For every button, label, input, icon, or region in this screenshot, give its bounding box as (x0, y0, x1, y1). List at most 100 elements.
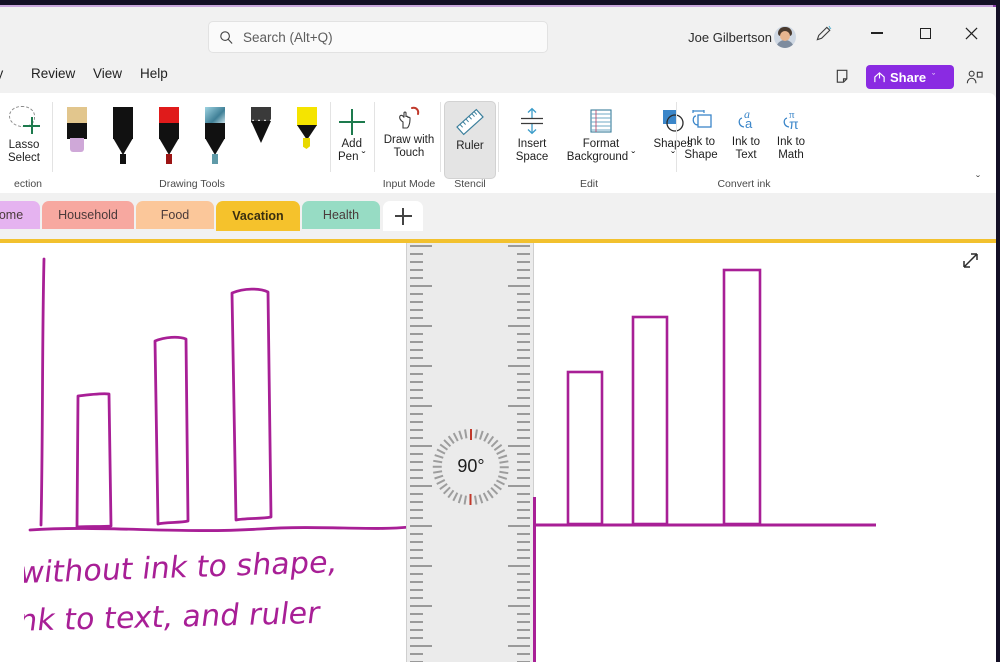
handwritten-caption: without ink to shape, ink to text, and r… (24, 545, 339, 639)
left-caption-line2: ink to text, and ruler (24, 596, 323, 639)
its-line2: Shape (684, 149, 718, 161)
search-input[interactable]: Search (Alt+Q) (208, 21, 548, 53)
title-bar: Search (Alt+Q) Joe Gilbertson (0, 7, 996, 57)
on-canvas-ruler[interactable]: 90° (406, 243, 534, 662)
pen-tip (113, 138, 133, 164)
menu-item-review[interactable]: Review (31, 66, 75, 81)
sticky-note-icon (836, 69, 847, 83)
ink-to-text-label: Ink to Text (732, 136, 760, 162)
ink-to-text-button[interactable]: a a Ink to Text (726, 107, 766, 162)
share-people-button[interactable] (960, 64, 988, 90)
ruler-angle-dial[interactable]: 90° (432, 429, 509, 505)
menu-item-history[interactable]: ry (0, 66, 3, 81)
fb-line1: Format (582, 138, 620, 150)
itt-line1: Ink to (731, 136, 761, 148)
section-tab-health[interactable]: Health (302, 201, 380, 229)
share-button[interactable]: Share ˇ (866, 65, 954, 89)
share-people-icon (966, 70, 983, 83)
dwt-line1: Draw with (383, 134, 435, 146)
chevron-down-icon: ˇ (631, 151, 636, 163)
close-button[interactable] (956, 21, 986, 45)
pen-band (159, 123, 179, 139)
sticky-note-button[interactable] (826, 63, 860, 89)
close-icon (965, 27, 977, 39)
lasso-select-button[interactable]: Lasso Select (7, 106, 41, 165)
ink-to-shape-button[interactable]: Ink to Shape (680, 107, 722, 162)
section-tab-vacation[interactable]: Vacation (216, 201, 300, 231)
ink-to-shape-icon (692, 110, 712, 128)
svg-text:a: a (745, 116, 753, 131)
pen-cap (205, 107, 225, 124)
highlighter-tool[interactable] (294, 107, 320, 163)
ribbon-divider (440, 102, 441, 172)
hand-drawn-bar-chart (28, 257, 412, 532)
lasso-select-label: Lasso Select (8, 139, 40, 165)
pencil-tool[interactable] (248, 107, 274, 163)
chevron-down-icon: ˇ (932, 72, 936, 82)
plus-icon-v (402, 207, 404, 225)
ruler-label: Ruler (456, 140, 484, 152)
format-background-button[interactable]: Format Background ˇ (560, 107, 642, 164)
chevron-down-icon: ˇ (671, 151, 675, 163)
add-pen-button[interactable]: Add Pen ˇ (338, 109, 366, 164)
ribbon-collapse-chevron[interactable]: ˇ (976, 173, 980, 187)
its-line1: Ink to (686, 136, 716, 148)
ribbon: Lasso Select ection Drawing Tools Add Pe… (0, 93, 996, 193)
onenote-window: Search (Alt+Q) Joe Gilbertson Review Vie… (0, 7, 996, 662)
eraser-tool[interactable] (64, 107, 90, 163)
itt-line2: Text (735, 149, 757, 161)
add-pen-group: Add Pen ˇ (326, 93, 376, 193)
section-tab-food[interactable]: Food (136, 201, 214, 229)
expand-canvas-button[interactable] (960, 251, 982, 273)
pen-tip (159, 138, 179, 164)
stencil-group: Ruler Stencil (444, 93, 496, 193)
insert-space-button[interactable]: Insert Space (506, 107, 558, 164)
add-pen-line2: Pen (338, 151, 359, 163)
add-pen-line1: Add (341, 138, 362, 150)
pen-toggle-button[interactable] (808, 21, 838, 45)
left-caption-line1: without ink to shape, (24, 545, 339, 591)
ink-to-math-button[interactable]: π π Ink to Math (770, 107, 812, 162)
input-mode-group-label: Input Mode (382, 178, 436, 190)
maximize-button[interactable] (910, 21, 940, 45)
galaxy-pen-tool[interactable] (202, 107, 228, 164)
is-line1: Insert (517, 138, 547, 150)
search-placeholder: Search (Alt+Q) (243, 29, 333, 45)
ruler-button[interactable]: Ruler (454, 107, 486, 153)
edit-group: Insert Space Format Background ˇ Shapes … (500, 93, 693, 193)
red-pen-tool[interactable] (156, 107, 182, 164)
edit-group-label: Edit (579, 178, 599, 190)
add-section-button[interactable] (383, 201, 423, 231)
input-mode-group: Draw with Touch Input Mode (378, 93, 440, 193)
ruler-icon (456, 108, 484, 136)
format-background-icon (590, 109, 612, 133)
section-tab-home[interactable]: ome (0, 201, 40, 229)
pencil-tip (251, 121, 271, 143)
convert-ink-group: Ink to Shape a a Ink to Text π π Ink to … (678, 93, 810, 193)
plus-icon (338, 109, 365, 135)
insert-space-icon (521, 107, 543, 135)
lasso-line2: Select (8, 152, 40, 164)
minimize-button[interactable] (862, 21, 892, 45)
menu-item-help[interactable]: Help (140, 66, 168, 81)
ink-stroke-along-ruler (533, 497, 536, 662)
ink-to-shape-label: Ink to Shape (684, 136, 717, 162)
avatar[interactable] (774, 26, 796, 48)
avatar-face (780, 31, 790, 41)
hl-cap (297, 107, 317, 126)
chevron-down-icon: ˇ (361, 151, 366, 163)
pen-sparkle-icon (815, 25, 831, 41)
window-frame-right (996, 0, 1000, 662)
draw-with-touch-button[interactable]: Draw with Touch (380, 105, 438, 160)
expand-diagonal-icon (963, 253, 978, 268)
note-canvas[interactable]: without ink to shape, ink to text, and r… (0, 243, 996, 662)
black-pen-tool[interactable] (110, 107, 136, 164)
ribbon-divider (676, 102, 677, 172)
stencil-group-label: Stencil (454, 178, 486, 190)
section-tabs-bar: ome Household Food Vacation Health Searc… (0, 193, 996, 414)
menu-item-view[interactable]: View (93, 66, 122, 81)
ribbon-divider (498, 102, 499, 172)
pen-band (205, 123, 225, 139)
share-icon (874, 71, 885, 82)
section-tab-household[interactable]: Household (42, 201, 134, 229)
